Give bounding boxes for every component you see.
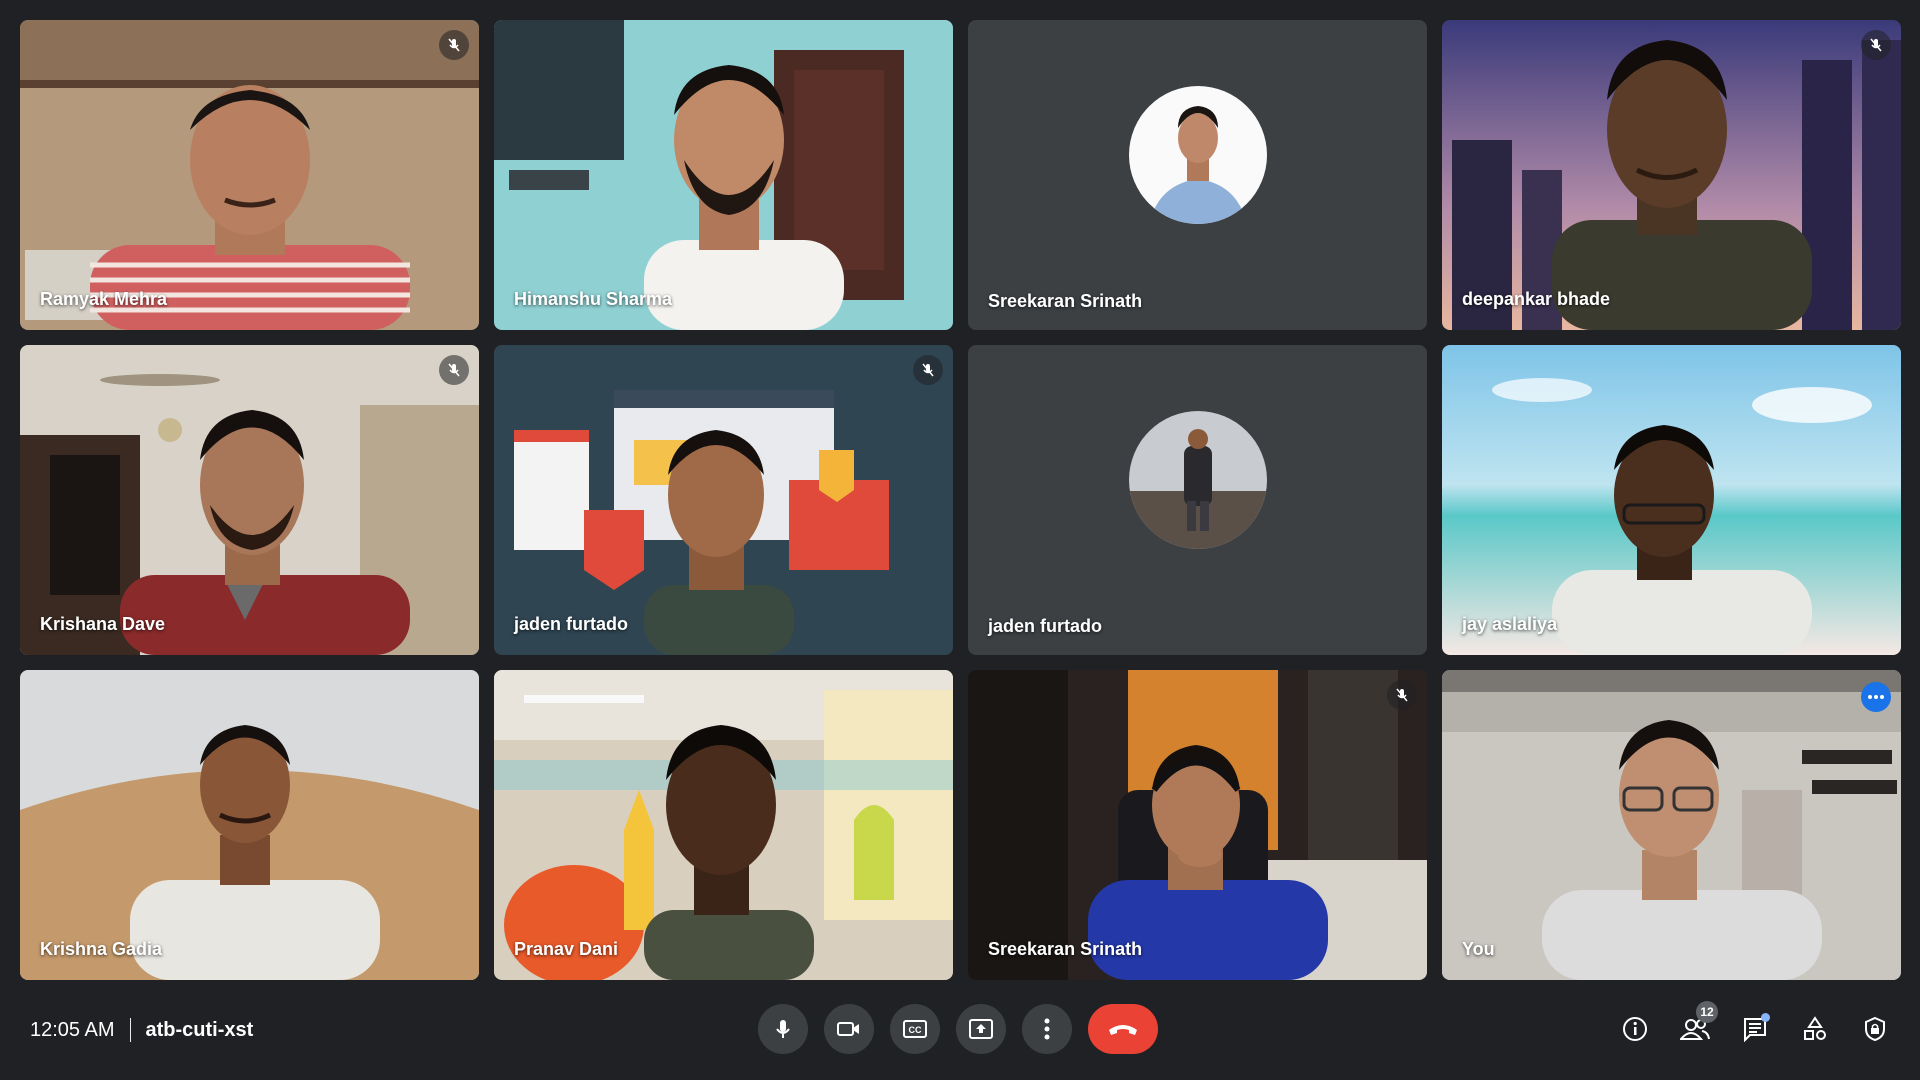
muted-icon <box>439 355 469 385</box>
participant-tile[interactable]: jaden furtado <box>968 345 1427 655</box>
more-options-icon <box>1044 1018 1050 1040</box>
side-panel-controls: 12 <box>1610 1001 1900 1054</box>
divider <box>129 1018 131 1042</box>
captions-icon: CC <box>903 1020 927 1038</box>
participants-count-badge: 12 <box>1696 1001 1718 1023</box>
camera-icon <box>837 1022 859 1036</box>
activities-button[interactable] <box>1790 1004 1840 1054</box>
more-options-button[interactable] <box>1022 1004 1072 1054</box>
microphone-button[interactable] <box>758 1004 808 1054</box>
chat-button[interactable] <box>1730 1004 1780 1054</box>
participant-name: Sreekaran Srinath <box>988 291 1143 311</box>
participant-name: Krishana Dave <box>40 614 166 634</box>
participant-video <box>20 20 479 330</box>
present-button[interactable] <box>956 1004 1006 1054</box>
participant-tile[interactable]: Himanshu Sharma <box>494 20 953 330</box>
camera-button[interactable] <box>824 1004 874 1054</box>
participant-name: Sreekaran Srinath <box>988 939 1143 959</box>
muted-icon <box>439 30 469 60</box>
host-controls-button[interactable] <box>1850 1004 1900 1054</box>
info-icon <box>1623 1017 1647 1041</box>
participant-name: jaden furtado <box>514 614 629 634</box>
participant-name: Krishna Gadia <box>40 939 163 959</box>
present-icon <box>969 1019 993 1039</box>
shield-lock-icon <box>1865 1016 1885 1042</box>
call-controls: CC <box>758 1004 1158 1054</box>
participant-video <box>494 670 953 980</box>
avatar <box>1128 86 1267 224</box>
participant-name: deepankar bhade <box>1462 289 1611 309</box>
meeting-code: atb-cuti-xst <box>145 1018 254 1041</box>
participant-video <box>1442 670 1901 980</box>
participant-video <box>968 670 1427 980</box>
captions-button[interactable]: CC <box>890 1004 940 1054</box>
meeting-time: 12:05 AM <box>30 1018 115 1041</box>
participant-video <box>494 345 953 655</box>
participant-video <box>494 20 953 330</box>
meeting-details-button[interactable] <box>1610 1004 1660 1054</box>
participant-tile[interactable]: Pranav Dani <box>494 670 953 980</box>
end-call-icon <box>1109 1025 1137 1035</box>
participants-button[interactable]: 12 <box>1670 1001 1720 1054</box>
bottom-bar: 12:05 AM atb-cuti-xst CC 12 <box>0 980 1920 1080</box>
participant-name: Pranav Dani <box>514 939 619 959</box>
participant-tile[interactable]: deepankar bhade <box>1442 20 1901 330</box>
participant-tile[interactable]: jaden furtado <box>494 345 953 655</box>
participant-tile[interactable]: Krishna Gadia <box>20 670 479 980</box>
avatar <box>1128 411 1267 549</box>
video-grid: Ramyak Mehra Himanshu Sharma Sreekaran S… <box>20 20 1901 980</box>
muted-icon <box>913 355 943 385</box>
microphone-icon <box>776 1020 790 1038</box>
participant-name: Ramyak Mehra <box>40 289 168 309</box>
more-options-icon[interactable] <box>1861 682 1891 712</box>
participant-tile[interactable]: Sreekaran Srinath <box>968 20 1427 330</box>
participant-tile[interactable]: Sreekaran Srinath <box>968 670 1427 980</box>
muted-icon <box>1387 680 1417 710</box>
self-tile[interactable]: You <box>1442 670 1901 980</box>
participant-video <box>20 345 479 655</box>
participant-video <box>1442 20 1901 330</box>
participant-name: You <box>1462 939 1495 959</box>
participant-tile[interactable]: jay aslaliya <box>1442 345 1901 655</box>
unread-indicator <box>1761 1013 1770 1022</box>
end-call-button[interactable] <box>1088 1004 1158 1054</box>
participant-name: Himanshu Sharma <box>514 289 673 309</box>
svg-text:CC: CC <box>909 1025 922 1035</box>
participant-name: jay aslaliya <box>1462 614 1558 634</box>
meeting-info: 12:05 AM atb-cuti-xst <box>30 1018 253 1042</box>
muted-icon <box>1861 30 1891 60</box>
participant-tile[interactable]: Krishana Dave <box>20 345 479 655</box>
participant-video <box>1442 345 1901 655</box>
participant-video <box>20 670 479 980</box>
activities-icon <box>1804 1016 1826 1040</box>
participant-tile[interactable]: Ramyak Mehra <box>20 20 479 330</box>
participant-name: jaden furtado <box>988 616 1103 636</box>
